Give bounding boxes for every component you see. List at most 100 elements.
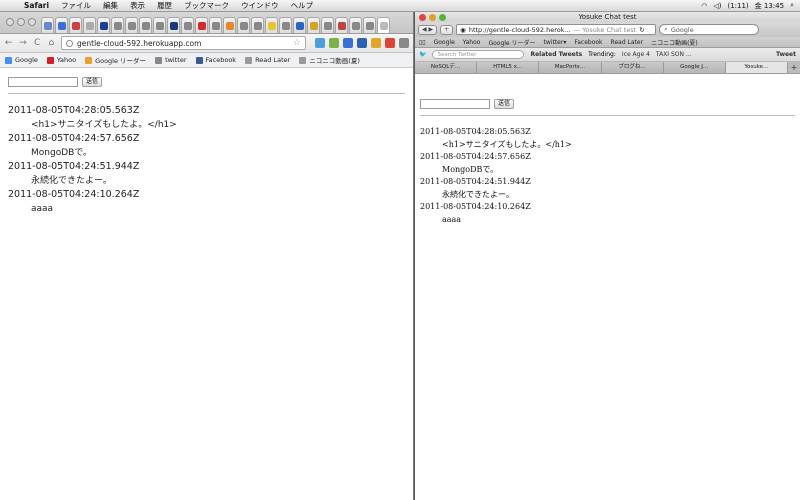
bookmark-google-reader[interactable]: Google リーダー bbox=[85, 55, 146, 65]
battery-status[interactable]: (1:11) bbox=[727, 2, 748, 10]
chrome-tab[interactable] bbox=[153, 17, 166, 33]
bookmark-read-later[interactable]: Read Later bbox=[245, 56, 290, 64]
minimize-icon[interactable] bbox=[17, 18, 25, 26]
new-tab-icon[interactable]: + bbox=[788, 62, 800, 73]
menu-history[interactable]: 履歴 bbox=[151, 0, 178, 11]
bookmark-twitter[interactable]: twitter bbox=[155, 56, 187, 64]
message-input[interactable] bbox=[8, 77, 78, 87]
menu-help[interactable]: ヘルプ bbox=[285, 0, 320, 11]
extension-icon[interactable] bbox=[357, 38, 367, 48]
address-bar[interactable]: ◉ http://gentle-cloud-592.herok... — Yos… bbox=[456, 24, 657, 35]
bookmark-facebook[interactable]: Facebook bbox=[195, 56, 236, 64]
safari-titlebar: Yosuke Chat test bbox=[415, 12, 800, 22]
message-input[interactable] bbox=[420, 99, 490, 109]
forward-icon[interactable]: → bbox=[18, 38, 27, 48]
chrome-tab[interactable] bbox=[181, 17, 194, 33]
bookmark-google[interactable]: Google bbox=[434, 39, 455, 46]
chrome-tab[interactable] bbox=[363, 17, 376, 33]
add-bookmark-button[interactable]: + bbox=[440, 24, 454, 35]
menu-bookmarks[interactable]: ブックマーク bbox=[178, 0, 235, 11]
tab-macports[interactable]: MacPorts… bbox=[539, 62, 602, 73]
bookmark-google-reader[interactable]: Google リーダー bbox=[488, 38, 535, 47]
reading-list-icon[interactable]: ▯▯ bbox=[419, 39, 426, 46]
chrome-tab[interactable] bbox=[237, 17, 250, 33]
tab-google[interactable]: Google J… bbox=[663, 62, 726, 73]
bookmark-star-icon[interactable]: ☆ bbox=[293, 38, 301, 48]
bookmark-nicovideo[interactable]: ニコニコ動画(夏) bbox=[299, 55, 360, 65]
chrome-tab[interactable] bbox=[195, 17, 208, 33]
bookmark-read-later[interactable]: Read Later bbox=[611, 39, 644, 46]
bookmark-label: twitter bbox=[165, 56, 187, 64]
extension-icon[interactable] bbox=[329, 38, 339, 48]
zoom-icon[interactable] bbox=[439, 13, 446, 21]
chrome-tab[interactable] bbox=[97, 17, 110, 33]
home-icon[interactable]: ⌂ bbox=[47, 38, 56, 48]
chrome-tab[interactable] bbox=[293, 17, 306, 33]
chrome-tab[interactable] bbox=[209, 17, 222, 33]
extension-icon[interactable] bbox=[315, 38, 325, 48]
search-field[interactable]: ⌕ Google bbox=[659, 24, 760, 35]
clock[interactable]: 金 13:45 bbox=[755, 1, 784, 11]
close-icon[interactable] bbox=[419, 13, 426, 21]
menu-file[interactable]: ファイル bbox=[55, 0, 97, 11]
chrome-tab[interactable] bbox=[265, 17, 278, 33]
menu-window[interactable]: ウインドウ bbox=[235, 0, 285, 11]
chrome-tab[interactable] bbox=[321, 17, 334, 33]
zoom-icon[interactable] bbox=[28, 18, 36, 26]
close-icon[interactable] bbox=[6, 18, 14, 26]
reload-icon[interactable]: ↻ bbox=[639, 26, 644, 34]
chrome-tab[interactable] bbox=[69, 17, 82, 33]
send-button[interactable]: 送信 bbox=[82, 77, 103, 87]
chrome-tab[interactable] bbox=[223, 17, 236, 33]
chrome-tab[interactable] bbox=[307, 17, 320, 33]
chrome-tab[interactable] bbox=[125, 17, 138, 33]
twitter-search-input[interactable]: Search Twitter bbox=[432, 50, 525, 59]
back-forward-button[interactable]: ◀ ▶ bbox=[418, 24, 438, 35]
extension-icon[interactable] bbox=[343, 38, 353, 48]
bookmark-nicovideo[interactable]: ニコニコ動画(夏) bbox=[651, 38, 698, 47]
chrome-tab[interactable] bbox=[55, 17, 68, 33]
bookmark-google[interactable]: Google bbox=[5, 56, 38, 64]
address-url[interactable]: http://gentle-cloud-592.herok... bbox=[469, 26, 571, 34]
minimize-icon[interactable] bbox=[429, 13, 436, 21]
spotlight-icon[interactable]: ⌕ bbox=[790, 1, 794, 10]
volume-icon[interactable]: ◁) bbox=[713, 2, 721, 10]
menu-view[interactable]: 表示 bbox=[124, 0, 151, 11]
tweet-button[interactable]: Tweet bbox=[776, 51, 796, 58]
extension-icon[interactable] bbox=[385, 38, 395, 48]
bookmark-facebook[interactable]: Facebook bbox=[574, 39, 602, 46]
tab-blog[interactable]: ブログね… bbox=[601, 62, 664, 73]
back-icon[interactable]: ← bbox=[4, 38, 13, 48]
bookmark-yahoo[interactable]: Yahoo bbox=[463, 39, 481, 46]
extension-icon[interactable] bbox=[371, 38, 381, 48]
chrome-tab[interactable] bbox=[279, 17, 292, 33]
chrome-tab[interactable] bbox=[41, 17, 54, 33]
trend-item[interactable]: Ice Age 4 bbox=[622, 51, 650, 58]
chrome-tab[interactable] bbox=[251, 17, 264, 33]
wifi-icon[interactable]: ◠ bbox=[701, 2, 707, 10]
menu-app-safari[interactable]: Safari bbox=[18, 1, 55, 10]
chrome-tab[interactable] bbox=[349, 17, 362, 33]
send-button[interactable]: 送信 bbox=[494, 99, 515, 109]
menu-edit[interactable]: 編集 bbox=[97, 0, 124, 11]
related-tweets-button[interactable]: Related Tweets bbox=[530, 51, 582, 58]
tab-yosuke-active[interactable]: Yosuke… bbox=[725, 62, 789, 73]
message-text: 永続化できたよー。 bbox=[31, 176, 112, 186]
chrome-tab[interactable] bbox=[167, 17, 180, 33]
chrome-tab[interactable] bbox=[83, 17, 96, 33]
bookmark-label: Yahoo bbox=[56, 56, 77, 64]
trend-item[interactable]: TAXI SON ... bbox=[656, 51, 692, 58]
omnibox-url[interactable]: gentle-cloud-592.herokuapp.com bbox=[77, 39, 289, 48]
chrome-tab[interactable] bbox=[139, 17, 152, 33]
bookmark-twitter[interactable]: twitter▾ bbox=[544, 39, 567, 46]
reload-icon[interactable]: C bbox=[33, 38, 42, 48]
tab-nosql[interactable]: NoSQLデ… bbox=[415, 62, 478, 73]
chrome-tab-active[interactable] bbox=[377, 17, 390, 33]
omnibox[interactable]: gentle-cloud-592.herokuapp.com ☆ bbox=[61, 36, 306, 50]
bookmark-yahoo[interactable]: Yahoo bbox=[46, 56, 77, 64]
wrench-icon[interactable] bbox=[399, 38, 409, 48]
tab-favicon-icon bbox=[183, 21, 192, 30]
chrome-tab[interactable] bbox=[111, 17, 124, 33]
tab-html5[interactable]: HTML5 x… bbox=[477, 62, 540, 73]
chrome-tab[interactable] bbox=[335, 17, 348, 33]
